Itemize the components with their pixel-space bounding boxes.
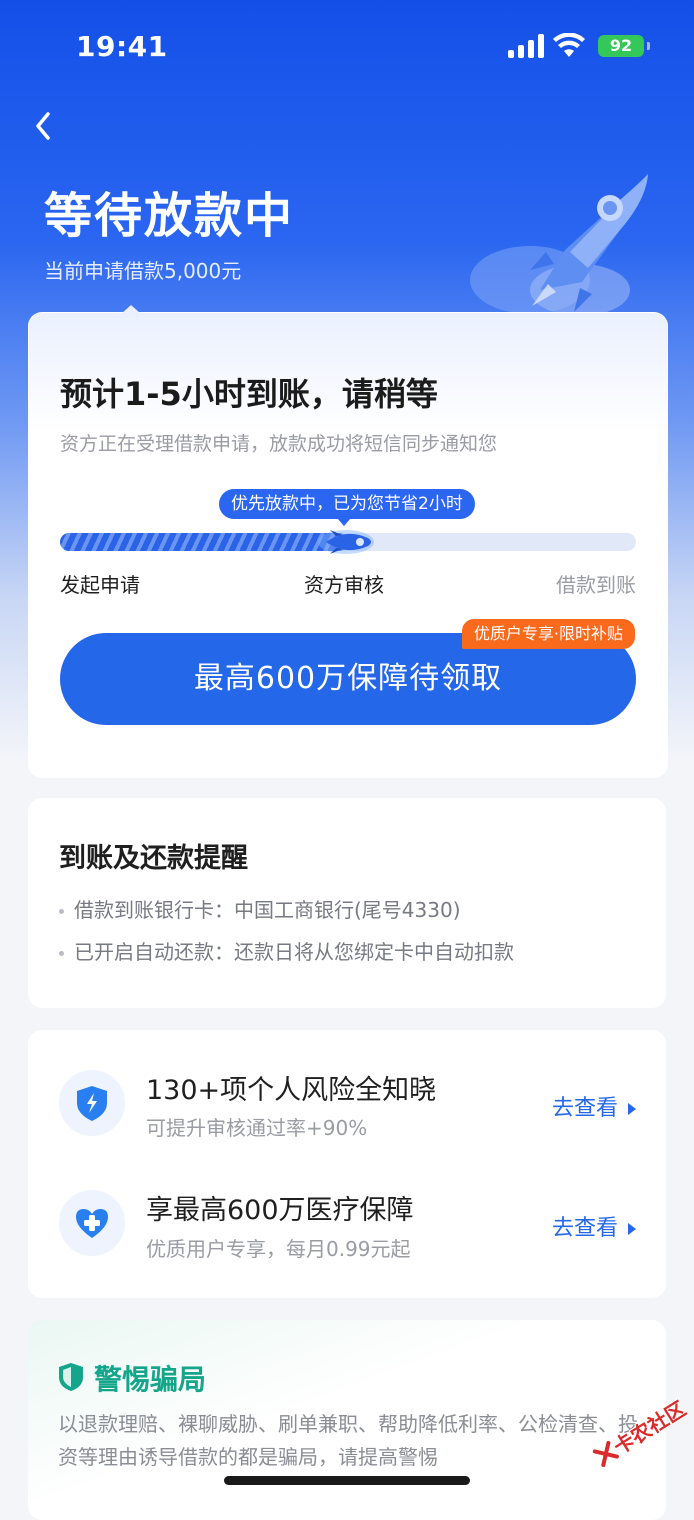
progress-card: 预计1-5小时到账，请稍等 资方正在受理借款申请，放款成功将短信同步通知您 优先… (28, 305, 668, 778)
page-subtitle: 当前申请借款5,000元 (44, 259, 242, 283)
promo-tag: 优质户专享·限时补贴 (461, 619, 635, 649)
step-review: 资方审核 (304, 573, 384, 597)
eta-title: 预计1-5小时到账，请稍等 (60, 375, 438, 413)
eta-description: 资方正在受理借款申请，放款成功将短信同步通知您 (60, 433, 498, 455)
fraud-warning-card: 警惕骗局 以退款理赔、裸聊威胁、刷单兼职、帮助降低利率、公检清查、投资等理由诱导… (28, 1320, 666, 1520)
medical-service-desc: 优质用户专享，每月0.99元起 (146, 1237, 411, 1261)
bullet-dot (59, 909, 64, 914)
home-indicator[interactable] (224, 1476, 470, 1485)
medical-service-view-link[interactable]: 去查看 (552, 1210, 636, 1242)
battery-icon: 92 (598, 35, 644, 57)
page-title: 等待放款中 (44, 188, 295, 244)
priority-pill: 优先放款中，已为您节省2小时 (219, 489, 475, 526)
fraud-warning-title: 警惕骗局 (94, 1363, 207, 1396)
bullet-dot (59, 951, 64, 956)
medical-service-icon-wrap (59, 1190, 125, 1256)
risk-service-view-link[interactable]: 去查看 (552, 1090, 636, 1122)
status-time: 19:41 (76, 30, 168, 63)
step-arrived: 借款到账 (556, 573, 636, 597)
reminder-card: 到账及还款提醒 借款到账银行卡：中国工商银行(尾号4330) 已开启自动还款：还… (28, 798, 666, 1008)
card-notch (121, 305, 141, 314)
caret-right-icon (628, 1103, 636, 1115)
reminder-repay-text: 已开启自动还款：还款日将从您绑定卡中自动扣款 (74, 940, 514, 964)
reminder-bank-card: 借款到账银行卡：中国工商银行(尾号4330) (59, 894, 461, 923)
progress-rocket-icon (318, 530, 374, 554)
risk-service-title: 130+项个人风险全知晓 (146, 1075, 437, 1106)
back-button[interactable] (28, 108, 58, 144)
wifi-icon (553, 33, 585, 57)
progress-fill (60, 533, 348, 551)
reminder-title: 到账及还款提醒 (59, 843, 248, 874)
shield-lightning-icon (77, 1086, 107, 1121)
cellular-signal-icon (508, 34, 544, 58)
caret-right-icon (628, 1223, 636, 1235)
medical-service-title: 享最高600万医疗保障 (146, 1195, 414, 1226)
status-bar: 19:41 92 (0, 0, 694, 90)
fraud-warning-text: 以退款理赔、裸聊威胁、刷单兼职、帮助降低利率、公检清查、投资等理由诱导借款的都是… (58, 1412, 638, 1469)
battery-tip (647, 42, 650, 50)
progress-track (60, 530, 636, 554)
reminder-auto-repay: 已开启自动还款：还款日将从您绑定卡中自动扣款 (59, 936, 514, 965)
medical-service-link-label: 去查看 (551, 1216, 618, 1241)
risk-service-icon-wrap (59, 1070, 125, 1136)
step-apply: 发起申请 (60, 573, 140, 597)
risk-service-link-label: 去查看 (551, 1096, 618, 1121)
battery-level: 92 (609, 36, 633, 55)
rocket-illustration-icon (470, 174, 648, 316)
risk-service-desc: 可提升审核通过率+90% (146, 1116, 368, 1140)
heart-plus-icon (76, 1209, 108, 1238)
reminder-bank-text: 借款到账银行卡：中国工商银行(尾号4330) (74, 898, 461, 922)
services-card: 130+项个人风险全知晓 可提升审核通过率+90% 去查看 享最高600万医疗保… (28, 1030, 666, 1298)
warning-shield-icon (59, 1363, 83, 1391)
